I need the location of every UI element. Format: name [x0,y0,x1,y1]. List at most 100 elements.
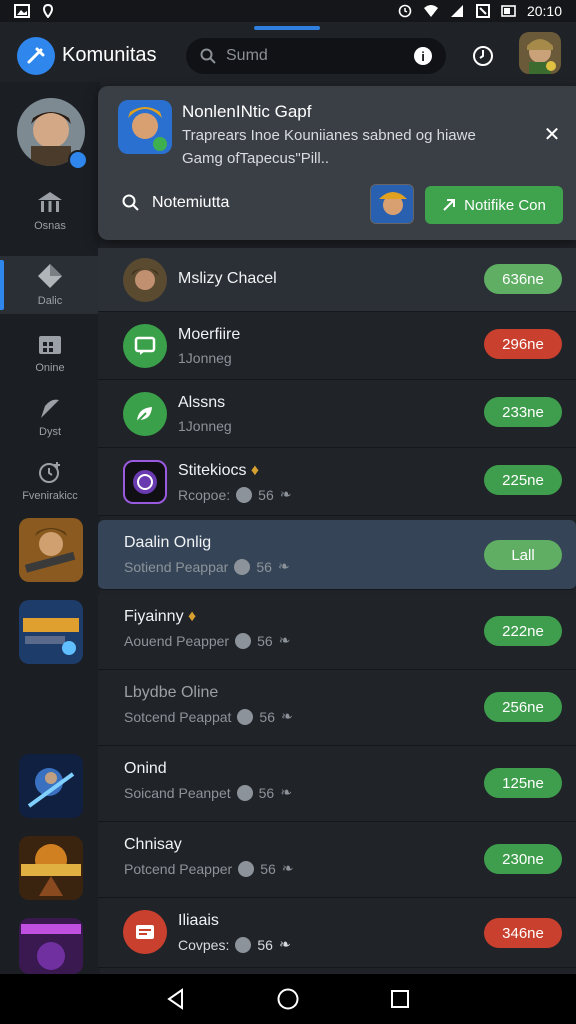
notification-action-label: Notifike Con [464,196,546,214]
list-item-title: Lbydbe Oline [124,684,219,701]
app-logo-icon[interactable] [17,37,55,75]
globe-icon [238,860,255,877]
chat-icon [123,324,167,368]
notification-card[interactable]: NonlenINtic Gapf Traprears Inoe Kouniian… [98,86,576,240]
list-item-title: Moerfiire [178,326,241,343]
gallery-icon [14,4,30,18]
rail-item-dyst[interactable]: Dyst [0,388,100,446]
rail-item-label: Onine [35,362,65,374]
user-avatar[interactable] [519,32,561,74]
calendar-icon [39,336,61,354]
globe-icon [234,558,251,575]
count-badge: 230ne [484,844,562,874]
nfc-icon [475,4,490,18]
rail-item-label: Osnas [34,220,66,232]
count-badge: 225ne [484,465,562,495]
home-icon [277,988,299,1010]
history-icon[interactable] [471,44,495,68]
list-item-subtitle: Potcend Peapper 56 ❧ [124,860,294,877]
close-icon[interactable]: ✕ [542,122,562,147]
count-badge: 256ne [484,692,562,722]
tag-icon: ❧ [277,558,290,574]
game-thumbnail[interactable] [19,518,83,582]
notification-action-button[interactable]: Notifike Con [425,186,563,224]
avatar [123,258,167,302]
feather-icon [41,399,59,418]
notification-thumbnail [370,184,414,224]
clock-add-icon [39,462,60,483]
left-rail: Osnas Dalic Onine Dyst Fvenirakicc [0,82,100,974]
list-item[interactable]: Iliaais Covpes: 56 ❧ 346ne [98,898,576,968]
list-item-subtitle: 1Jonneg [178,350,232,366]
tag-icon: ❧ [279,486,292,502]
game-thumbnail[interactable] [19,836,83,900]
list-item-title: Alssns [178,394,226,411]
count-badge: 296ne [484,329,562,359]
list-item[interactable]: Moerfiire 1Jonneg 296ne [98,312,576,380]
count-badge: Lall [484,540,562,570]
app-header: Komunitas i [0,30,576,82]
list-item-subtitle: Soicand Peanpet 56 ❧ [124,784,292,801]
arrow-up-right-icon [443,199,456,211]
count-badge: 346ne [484,918,562,948]
trophy-icon: ♦ [188,608,197,625]
list-item-title: Chnisay [124,836,182,853]
globe-icon [236,784,253,801]
notification-search[interactable]: Notemiutta [122,194,229,212]
rail-item-fvenirakicc[interactable]: Fvenirakicc [0,452,100,510]
recents-button[interactable] [380,979,420,1019]
list-item[interactable]: Mslizy Chacel 636ne [98,248,576,312]
recents-icon [391,990,409,1008]
list-item[interactable]: Lbydbe Oline Sotcend Peappat 56 ❧ 256ne [98,670,576,746]
list-item-title: Iliaais [178,912,219,929]
game-thumbnail[interactable] [19,600,83,664]
system-nav-bar [0,974,576,1024]
status-time: 20:10 [526,3,562,19]
list-item-subtitle: 1Jonneg [178,418,232,434]
count-badge: 636ne [484,264,562,294]
signal-icon [450,5,463,17]
search-bar[interactable]: i [186,38,446,74]
list-item-title: Onind [124,760,167,777]
back-button[interactable] [156,979,196,1019]
rail-item-label: Dyst [39,426,61,438]
target-icon [123,460,167,504]
info-icon[interactable]: i [414,47,432,65]
list-item[interactable]: Daalin Onlig Sotiend Peappar 56 ❧ Lall [98,520,576,590]
list-item[interactable]: Stitekiocs ♦ Rcopoe: 56 ❧ 225ne [98,448,576,516]
rail-item-label: Dalic [37,295,63,307]
tag-icon: ❧ [281,708,293,724]
count-badge: 222ne [484,616,562,646]
search-icon [122,194,139,211]
home-button[interactable] [268,979,308,1019]
game-thumbnail[interactable] [19,754,83,818]
location-icon [42,4,54,18]
game-thumbnail[interactable] [19,918,83,974]
globe-icon [236,486,253,503]
list-item[interactable]: Fiyainny ♦ Aouend Peapper 56 ❧ 222ne [98,594,576,670]
notification-app-icon [118,100,172,154]
rail-item-onine[interactable]: Onine [0,324,100,382]
back-icon [167,988,183,1010]
list-item-title: Fiyainny ♦ [124,608,197,625]
list-item[interactable]: Chnisay Potcend Peapper 56 ❧ 230ne [98,822,576,898]
list-item-subtitle: Covpes: 56 ❧ [178,936,291,953]
notification-title: NonlenINtic Gapf [182,102,312,121]
battery-icon [501,5,516,17]
list-item[interactable]: Alssns 1Jonneg 233ne [98,380,576,448]
search-input[interactable] [226,47,406,65]
pin-badge-icon [68,150,88,170]
list-item[interactable]: Onind Soicand Peanpet 56 ❧ 125ne [98,746,576,822]
diamond-icon [38,264,62,288]
alarm-icon [398,4,412,18]
trophy-icon: ♦ [250,462,260,479]
list-item-title: Stitekiocs ♦ [178,462,260,479]
rail-item-dalic[interactable]: Dalic [0,256,100,314]
rail-item-osnas[interactable]: Osnas [0,182,100,240]
building-icon [38,192,62,212]
community-list: Mslizy Chacel 636ne Moerfiire 1Jonneg 29… [98,248,576,968]
list-item-subtitle: Rcopoe: 56 ❧ [178,486,292,503]
search-icon [200,48,216,64]
globe-icon [235,936,252,953]
tag-icon: ❧ [280,784,292,800]
